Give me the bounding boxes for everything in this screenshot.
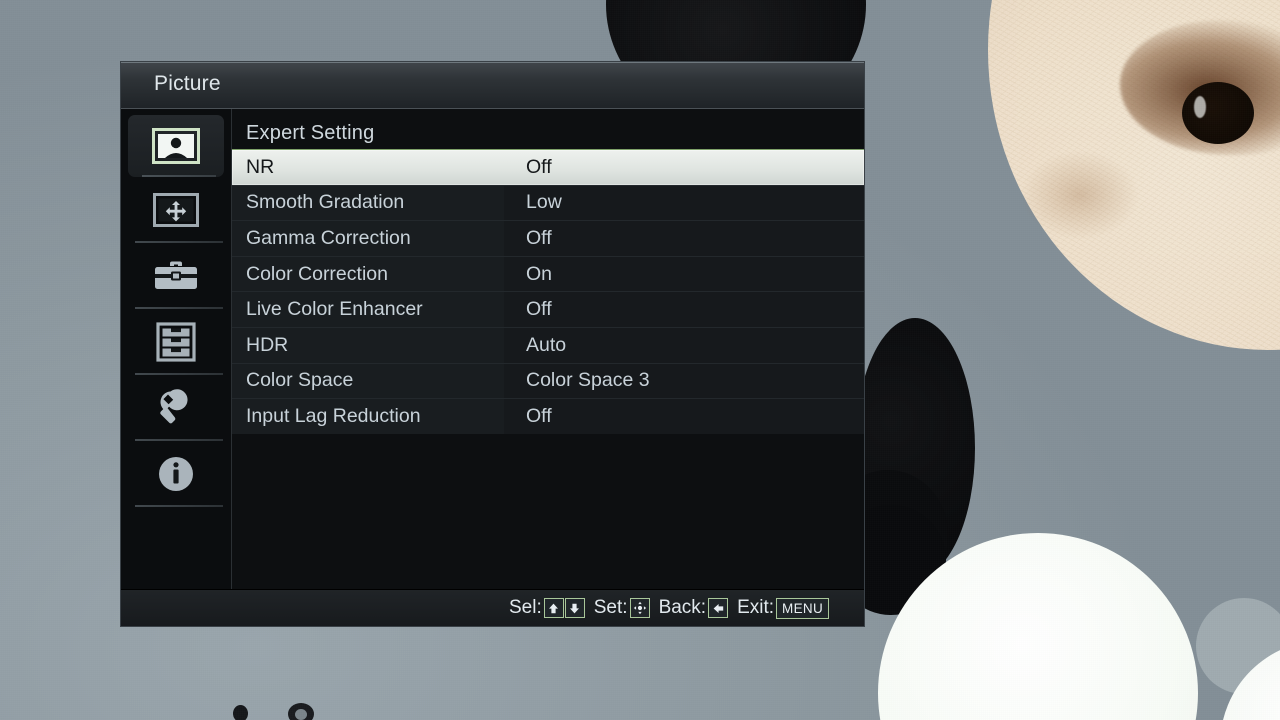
title-bar-highlight (121, 62, 864, 63)
setting-label: NR (246, 155, 275, 178)
sidebar-item-function[interactable] (121, 243, 231, 309)
setting-row[interactable]: Color Correction On (232, 255, 864, 292)
page-title: Picture (154, 72, 221, 95)
setting-row[interactable]: Gamma Correction Off (232, 220, 864, 256)
wrench-icon (155, 387, 197, 429)
help-exit: Exit: MENU (737, 597, 830, 619)
dog-nose-mark-right (288, 703, 314, 720)
help-set-label: Set: (593, 597, 628, 618)
setting-value: Color Space 3 (526, 369, 650, 392)
sidebar-item-setup[interactable] (121, 375, 231, 441)
setting-label: HDR (232, 327, 504, 363)
setting-label: Color Correction (232, 256, 504, 292)
dog-eye-glint (1194, 96, 1206, 118)
setting-row[interactable]: NR Off (232, 149, 864, 185)
projector-screen: Picture Expert Setting NR Off Smooth Gra… (0, 0, 1280, 720)
up-arrow-key[interactable] (543, 598, 564, 618)
dog-nose-mark-left (233, 705, 248, 720)
sidebar-item-picture[interactable] (128, 115, 224, 177)
toolbox-icon (152, 259, 200, 293)
picture-icon (152, 128, 200, 164)
setting-row[interactable]: Live Color Enhancer Off (232, 291, 864, 327)
setting-value: Off (526, 298, 552, 321)
help-back: Back: (659, 597, 730, 619)
dog-cheek-shading (1020, 150, 1140, 240)
setting-label: Input Lag Reduction (232, 399, 504, 434)
screen-move-icon (153, 193, 199, 227)
left-arrow-key[interactable] (708, 598, 729, 618)
help-bar: Sel: Set: Back: Exit: MENU (121, 589, 864, 626)
setting-row[interactable]: HDR Auto (232, 326, 864, 363)
sidebar-item-screen[interactable] (121, 177, 231, 243)
settings-list: Expert Setting NR Off Smooth Gradation Low G… (232, 109, 864, 589)
setting-row[interactable]: Color Space Color Space 3 (232, 362, 864, 399)
osd-title-bar: Picture (121, 62, 864, 109)
dog-eye (1182, 82, 1254, 144)
setting-label: Color Space (232, 363, 504, 399)
menu-key[interactable]: MENU (776, 597, 829, 619)
setting-label: Live Color Enhancer (232, 292, 504, 327)
setting-label: Smooth Gradation (232, 185, 504, 221)
setting-row[interactable]: Smooth Gradation Low (232, 184, 864, 221)
setting-value: Off (526, 404, 552, 427)
osd-body: Expert Setting NR Off Smooth Gradation Low G… (121, 109, 864, 589)
setting-value: Off (526, 226, 552, 249)
settings-rows: NR Off Smooth Gradation Low Gamma Correction… (232, 149, 864, 434)
sidebar-item-information[interactable] (121, 441, 231, 507)
setting-label: Gamma Correction (232, 221, 504, 256)
enter-dpad-key[interactable] (629, 598, 650, 618)
category-sidebar (121, 109, 232, 589)
section-title: Expert Setting (246, 121, 375, 144)
help-select-label: Sel: (509, 597, 542, 618)
down-arrow-key[interactable] (564, 598, 585, 618)
osd-menu-panel: Picture Expert Setting NR Off Smooth Gra… (121, 62, 864, 626)
setting-value: Auto (526, 333, 567, 356)
setting-value: Low (526, 191, 562, 214)
setting-row[interactable]: Input Lag Reduction Off (232, 398, 864, 434)
help-back-label: Back: (658, 597, 707, 618)
help-exit-label: Exit: (737, 597, 775, 618)
setting-value: Off (526, 155, 552, 178)
help-set: Set: (594, 597, 651, 619)
sidebar-item-installation[interactable] (121, 309, 231, 375)
drawer-list-icon (156, 322, 196, 362)
info-icon (157, 455, 195, 493)
setting-value: On (526, 262, 553, 285)
help-select: Sel: (509, 597, 586, 619)
